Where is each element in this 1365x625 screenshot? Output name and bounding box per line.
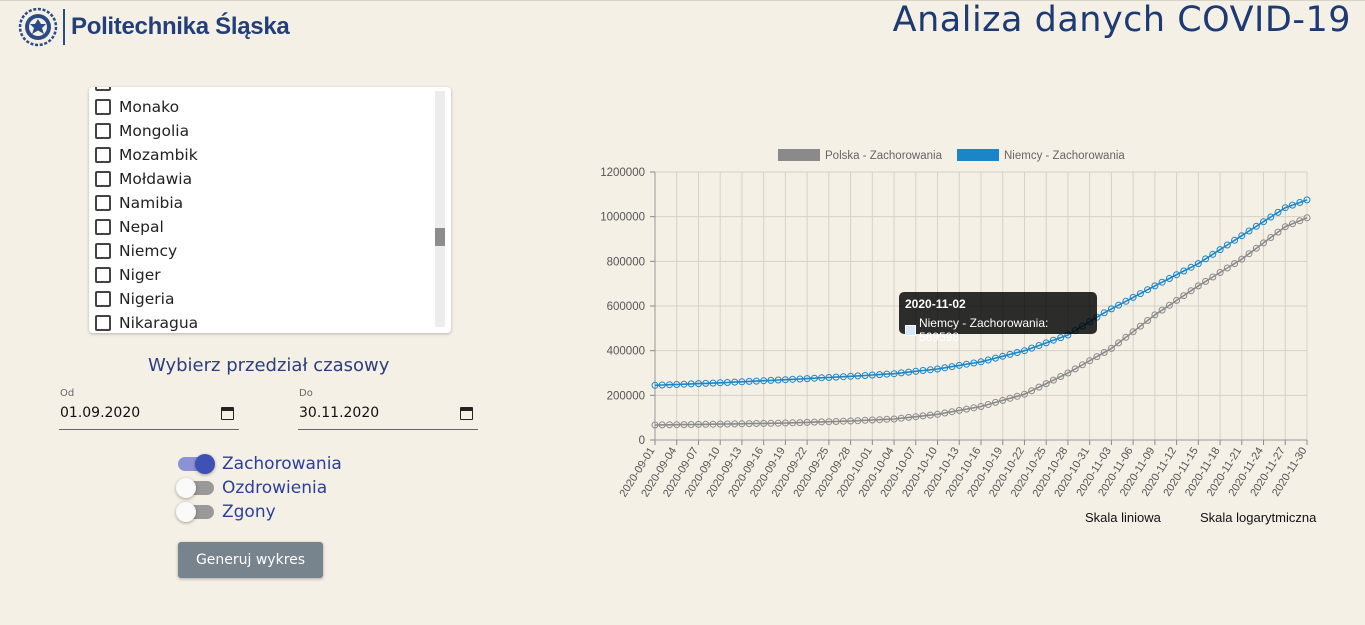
country-checkbox[interactable] <box>95 171 111 187</box>
page-title: Analiza danych COVID-19 <box>892 0 1351 40</box>
date-to-field[interactable]: Do 30.11.2020 <box>298 388 478 430</box>
country-label: Nigeria <box>119 290 175 308</box>
y-tick-label: 800000 <box>607 256 645 268</box>
country-checkbox[interactable] <box>95 147 111 163</box>
toggle-label: Zgony <box>222 502 276 522</box>
country-label: Niemcy <box>119 242 178 260</box>
log-scale-button[interactable]: Skala logarytmiczna <box>1200 510 1316 525</box>
country-checkbox[interactable] <box>95 87 111 91</box>
calendar-icon[interactable] <box>221 407 234 420</box>
country-label: Mołdawia <box>119 170 193 188</box>
date-from-label: Od <box>60 388 75 399</box>
y-tick-label: 0 <box>639 435 645 447</box>
generate-chart-button[interactable]: Generuj wykres <box>178 542 323 578</box>
country-checkbox[interactable] <box>95 99 111 115</box>
university-seal-icon <box>18 7 58 47</box>
legend-swatch <box>778 149 820 161</box>
country-item-partial[interactable] <box>95 87 119 95</box>
date-to-label: Do <box>299 388 313 399</box>
country-item[interactable]: Niger <box>95 263 161 287</box>
toggle-label: Ozdrowienia <box>222 478 328 498</box>
country-checkbox[interactable] <box>95 195 111 211</box>
country-list-box[interactable]: Monako Mongolia Mozambik Mołdawia Namibia Nep… <box>89 87 451 333</box>
logo-separator <box>63 9 65 45</box>
tooltip-date: 2020-11-02 <box>905 297 966 311</box>
toggle-switch[interactable] <box>178 454 215 474</box>
country-item[interactable]: Nigeria <box>95 287 174 311</box>
chart-tooltip: 2020-11-02 Niemcy - Zachorowania: 569598 <box>899 292 1097 344</box>
y-tick-label: 200000 <box>607 390 645 402</box>
country-item[interactable]: Niemcy <box>95 239 177 263</box>
toggle-knob[interactable] <box>176 502 196 522</box>
toggle-knob[interactable] <box>176 478 196 498</box>
country-list-scrollbar[interactable] <box>435 91 445 327</box>
scrollbar-thumb[interactable] <box>435 228 445 246</box>
country-checkbox[interactable] <box>95 243 111 259</box>
y-tick-label: 1000000 <box>600 212 645 224</box>
country-item[interactable]: Mongolia <box>95 119 189 143</box>
logo-text: Politechnika Śląska <box>71 13 290 40</box>
country-label: Monako <box>119 98 180 116</box>
country-item[interactable]: Monako <box>95 95 179 119</box>
y-tick-label: 600000 <box>607 301 645 313</box>
calendar-icon[interactable] <box>460 407 473 420</box>
date-to-value[interactable]: 30.11.2020 <box>299 405 379 421</box>
country-checkbox[interactable] <box>95 315 111 331</box>
country-item[interactable]: Namibia <box>95 191 183 215</box>
y-tick-label: 400000 <box>607 346 645 358</box>
legend-label: Polska - Zachorowania <box>825 150 943 162</box>
country-item[interactable]: Mozambik <box>95 143 198 167</box>
toggle-switch[interactable] <box>176 502 214 522</box>
country-item[interactable]: Nikaragua <box>95 311 198 333</box>
date-range-title: Wybierz przedział czasowy <box>148 355 390 376</box>
country-label: Mozambik <box>119 146 198 164</box>
country-checkbox[interactable] <box>95 291 111 307</box>
country-list[interactable]: Monako Mongolia Mozambik Mołdawia Namibia Nep… <box>89 87 435 333</box>
country-label: Mongolia <box>119 122 190 140</box>
country-label: Namibia <box>119 194 184 212</box>
linear-scale-button[interactable]: Skala liniowa <box>1085 510 1161 525</box>
toggle-ozdrowienia[interactable]: Ozdrowienia <box>176 477 328 499</box>
toggle-zgony[interactable]: Zgony <box>176 501 276 523</box>
tooltip-swatch <box>905 324 916 336</box>
toggle-switch[interactable] <box>176 478 214 498</box>
toggle-knob[interactable] <box>195 454 215 474</box>
tooltip-text: Niemcy - Zachorowania: 569598 <box>918 316 1049 344</box>
legend-label: Niemcy - Zachorowania <box>1004 150 1125 162</box>
country-item[interactable]: Nepal <box>95 215 164 239</box>
country-item[interactable]: Mołdawia <box>95 167 192 191</box>
toggle-zachorowania[interactable]: Zachorowania <box>178 453 342 475</box>
date-from-field[interactable]: Od 01.09.2020 <box>59 388 239 430</box>
country-checkbox[interactable] <box>95 267 111 283</box>
legend-swatch <box>957 149 999 161</box>
logo[interactable]: Politechnika Śląska <box>18 6 290 48</box>
country-checkbox[interactable] <box>95 123 111 139</box>
y-tick-label: 1200000 <box>600 167 645 179</box>
country-label: Niger <box>119 266 161 284</box>
toggle-label: Zachorowania <box>222 454 342 474</box>
country-label: Nikaragua <box>119 314 199 332</box>
country-label: Nepal <box>119 218 164 236</box>
country-checkbox[interactable] <box>95 219 111 235</box>
date-from-value[interactable]: 01.09.2020 <box>60 405 140 421</box>
